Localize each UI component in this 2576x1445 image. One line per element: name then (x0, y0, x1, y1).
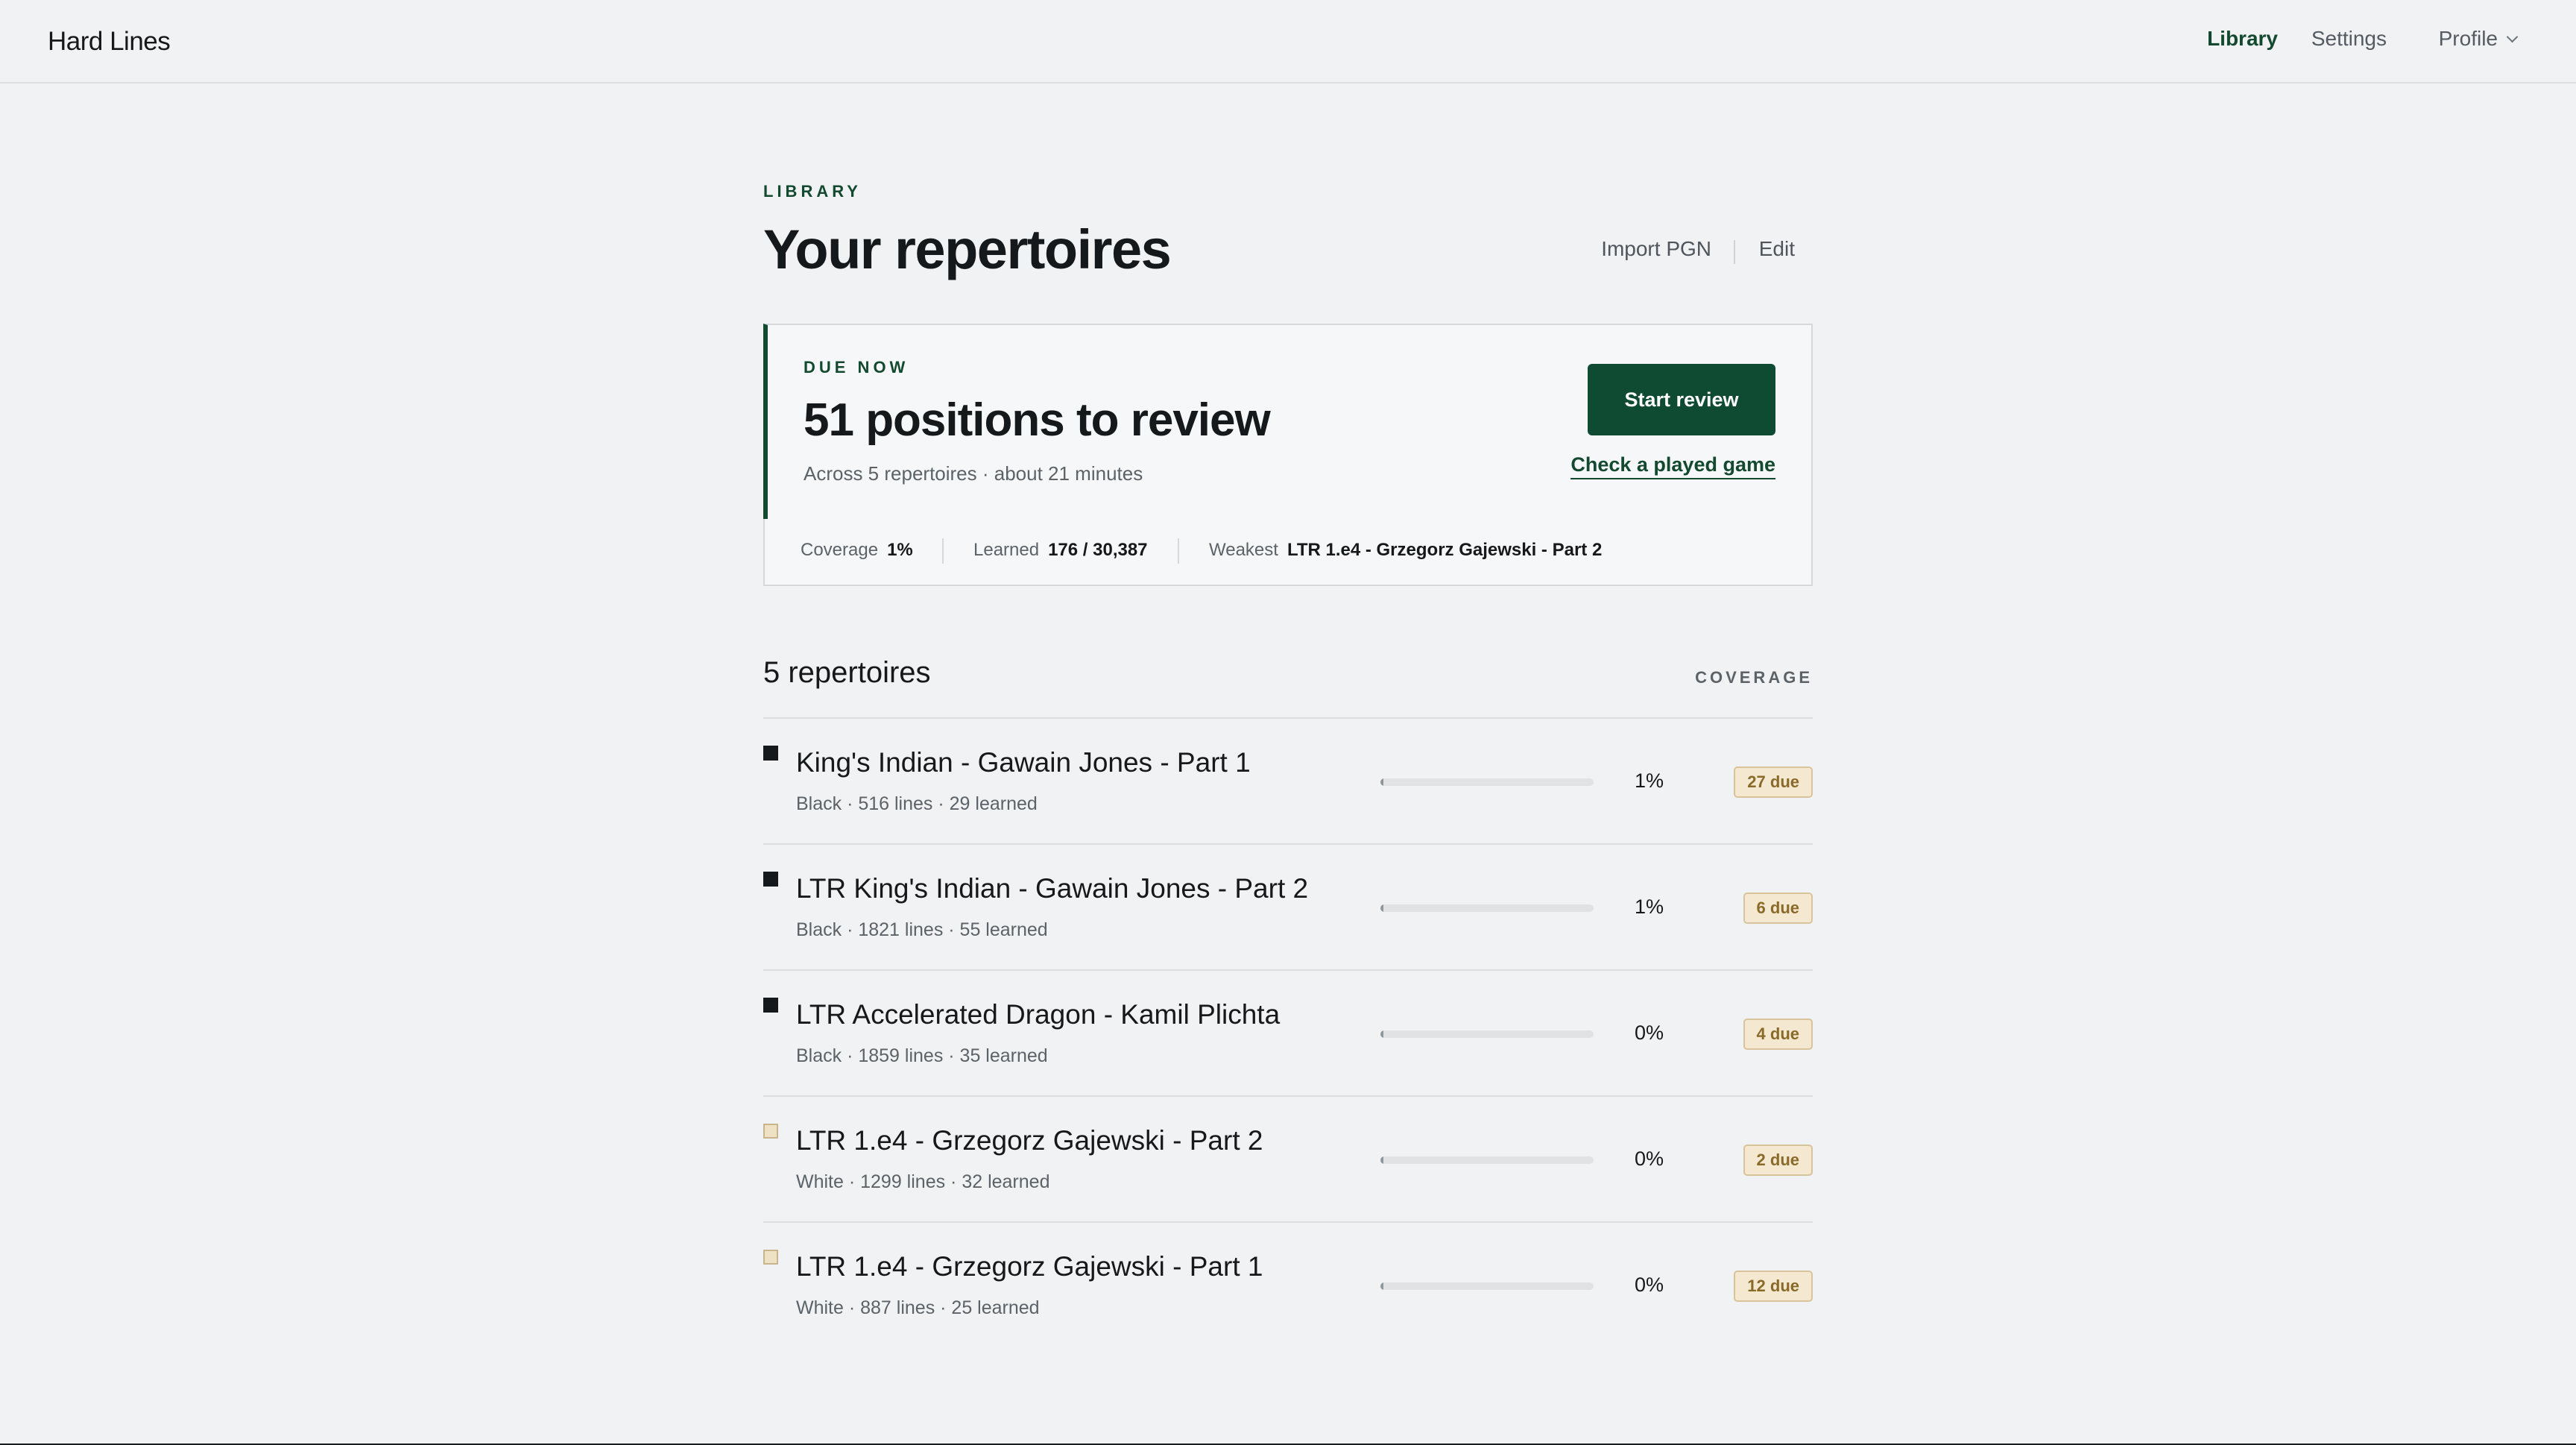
top-nav: Hard Lines Library Settings Profile (0, 0, 2576, 84)
coverage-bar-fill (1380, 1030, 1383, 1038)
repertoire-count-heading: 5 repertoires (763, 656, 931, 689)
coverage-bar (1380, 1282, 1594, 1290)
stat-learned-value: 176 / 30,387 (1048, 540, 1148, 560)
coverage-percent: 0% (1634, 1148, 1664, 1170)
due-eyebrow: DUE NOW (804, 358, 909, 377)
repertoire-row[interactable]: LTR 1.e4 - Grzegorz Gajewski - Part 1 Wh… (763, 1221, 1813, 1347)
coverage-bar (1380, 1156, 1594, 1164)
repertoire-title[interactable]: LTR Accelerated Dragon - Kamil Plichta (796, 999, 1280, 1030)
stat-weakest-value: LTR 1.e4 - Grzegorz Gajewski - Part 2 (1287, 540, 1603, 560)
side-color-icon (763, 998, 778, 1013)
stat-coverage-value: 1% (887, 540, 913, 560)
page-title: Your repertoires (763, 218, 1172, 280)
side-color-icon (763, 1124, 778, 1139)
due-badge: 4 due (1743, 1019, 1813, 1050)
coverage-percent: 1% (1634, 769, 1664, 792)
coverage-percent: 0% (1634, 1274, 1664, 1296)
stat-learned: Learned 176 / 30,387 (973, 540, 1148, 561)
repertoire-title[interactable]: LTR 1.e4 - Grzegorz Gajewski - Part 2 (796, 1125, 1263, 1156)
due-badge: 2 due (1743, 1145, 1813, 1176)
nav-profile[interactable]: Profile (2438, 27, 2519, 51)
repertoire-row[interactable]: LTR Accelerated Dragon - Kamil Plichta B… (763, 969, 1813, 1095)
coverage-bar-fill (1380, 904, 1383, 912)
due-badge: 12 due (1734, 1271, 1813, 1302)
repertoire-meta: White · 1299 lines · 32 learned (796, 1171, 1050, 1192)
due-now-card: DUE NOW 51 positions to review Across 5 … (763, 324, 1813, 520)
nav-settings[interactable]: Settings (2311, 27, 2387, 51)
check-played-game-link[interactable]: Check a played game (1570, 453, 1775, 479)
nav-library[interactable]: Library (2207, 27, 2278, 51)
stats-bar: Coverage 1% Learned 176 / 30,387 Weakest LT… (763, 519, 1813, 586)
coverage-bar-fill (1380, 778, 1383, 786)
due-badge: 27 due (1734, 766, 1813, 798)
repertoire-list: King's Indian - Gawain Jones - Part 1 Bl… (763, 717, 1813, 1347)
repertoire-title[interactable]: LTR 1.e4 - Grzegorz Gajewski - Part 1 (796, 1251, 1263, 1282)
side-color-icon (763, 746, 778, 761)
repertoire-meta: White · 887 lines · 25 learned (796, 1297, 1040, 1318)
nav-profile-label: Profile (2438, 27, 2498, 50)
edit-button[interactable]: Edit (1759, 237, 1795, 261)
repertoire-title[interactable]: LTR King's Indian - Gawain Jones - Part … (796, 873, 1308, 904)
repertoire-meta: Black · 1859 lines · 35 learned (796, 1045, 1048, 1066)
import-pgn-button[interactable]: Import PGN (1601, 237, 1711, 261)
due-badge: 6 due (1743, 892, 1813, 924)
divider (1734, 240, 1735, 264)
stat-weakest: Weakest LTR 1.e4 - Grzegorz Gajewski - Pa… (1209, 540, 1602, 561)
stat-coverage-label: Coverage (801, 540, 879, 560)
chevron-down-icon (2506, 31, 2519, 43)
coverage-bar (1380, 1030, 1594, 1038)
coverage-bar-fill (1380, 1282, 1383, 1290)
side-color-icon (763, 1250, 778, 1265)
coverage-percent: 0% (1634, 1021, 1664, 1044)
stat-learned-label: Learned (973, 540, 1040, 560)
repertoire-row[interactable]: LTR 1.e4 - Grzegorz Gajewski - Part 2 Wh… (763, 1095, 1813, 1221)
coverage-bar (1380, 904, 1594, 912)
coverage-bar (1380, 778, 1594, 786)
coverage-bar-fill (1380, 1156, 1383, 1164)
coverage-column-header: COVERAGE (1695, 668, 1813, 687)
stat-weakest-label: Weakest (1209, 540, 1278, 560)
repertoire-meta: Black · 516 lines · 29 learned (796, 793, 1038, 814)
brand-logo[interactable]: Hard Lines (48, 27, 171, 57)
repertoire-title[interactable]: King's Indian - Gawain Jones - Part 1 (796, 747, 1251, 778)
divider (1178, 538, 1179, 564)
side-color-icon (763, 872, 778, 887)
page-eyebrow: LIBRARY (763, 182, 862, 201)
repertoire-row[interactable]: King's Indian - Gawain Jones - Part 1 Bl… (763, 717, 1813, 843)
divider (942, 538, 944, 564)
repertoire-row[interactable]: LTR King's Indian - Gawain Jones - Part … (763, 843, 1813, 969)
coverage-percent: 1% (1634, 895, 1664, 918)
due-subtitle: Across 5 repertoires · about 21 minutes (804, 462, 1143, 485)
start-review-button[interactable]: Start review (1588, 364, 1775, 435)
due-title: 51 positions to review (804, 394, 1271, 446)
repertoire-meta: Black · 1821 lines · 55 learned (796, 919, 1048, 940)
stat-coverage: Coverage 1% (801, 540, 913, 561)
